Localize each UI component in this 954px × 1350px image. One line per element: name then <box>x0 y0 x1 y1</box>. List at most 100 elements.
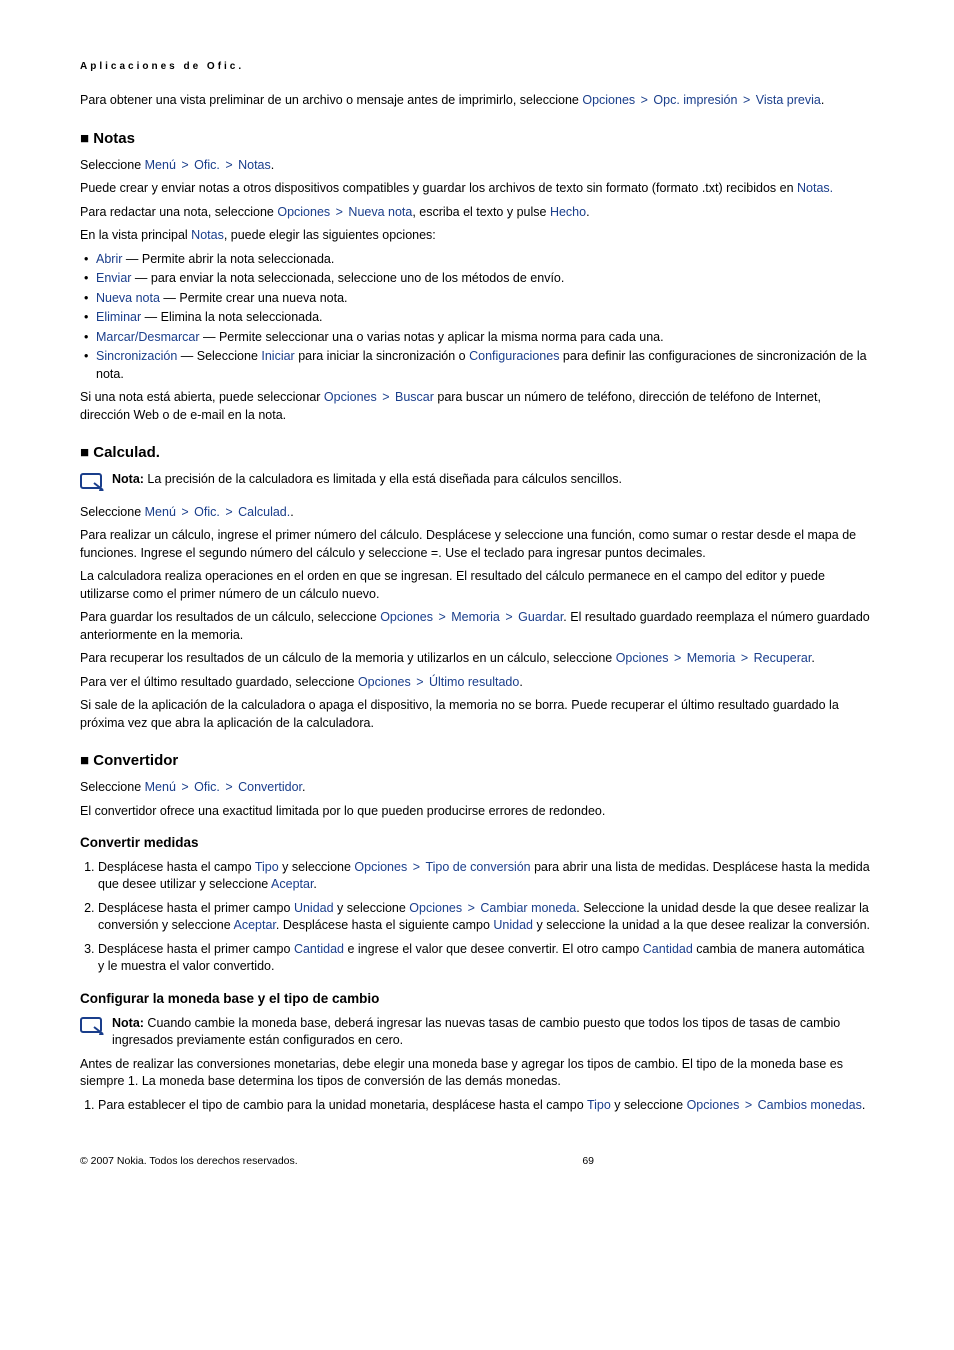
list-item: Sincronización — Seleccione Iniciar para… <box>84 348 874 383</box>
link-tipo[interactable]: Tipo <box>255 860 279 874</box>
option-key[interactable]: Enviar <box>96 271 131 285</box>
link-iniciar[interactable]: Iniciar <box>261 349 294 363</box>
link-ofic[interactable]: Ofic. <box>194 505 220 519</box>
text: . <box>862 1098 865 1112</box>
text: . <box>586 205 589 219</box>
link-opciones[interactable]: Opciones <box>582 93 635 107</box>
text: Seleccione <box>80 780 145 794</box>
link-cantidad[interactable]: Cantidad <box>643 942 693 956</box>
link-opciones[interactable]: Opciones <box>354 860 407 874</box>
link-opciones[interactable]: Opciones <box>358 675 411 689</box>
notas-options-list: Abrir — Permite abrir la nota selecciona… <box>80 251 874 384</box>
text: y seleccione <box>611 1098 687 1112</box>
link-calculad[interactable]: Calculad. <box>238 505 290 519</box>
heading-convertir-medidas: Convertir medidas <box>80 834 874 853</box>
note-icon <box>80 472 106 498</box>
link-notas-inline[interactable]: Notas. <box>797 181 833 195</box>
conv-p2: Antes de realizar las conversiones monet… <box>80 1056 874 1091</box>
link-unidad[interactable]: Unidad <box>493 918 533 932</box>
option-key[interactable]: Abrir <box>96 252 122 266</box>
conv-select-path: Seleccione Menú > Ofic. > Convertidor. <box>80 779 874 797</box>
list-item: Abrir — Permite abrir la nota selecciona… <box>84 251 874 269</box>
text: Para establecer el tipo de cambio para l… <box>98 1098 587 1112</box>
text: — Seleccione <box>177 349 261 363</box>
step-item: Desplácese hasta el primer campo Unidad … <box>98 900 874 935</box>
option-key[interactable]: Eliminar <box>96 310 141 324</box>
text: . <box>811 651 814 665</box>
text: , escriba el texto y pulse <box>412 205 550 219</box>
link-tipo[interactable]: Tipo <box>587 1098 611 1112</box>
link-aceptar[interactable]: Aceptar <box>271 877 313 891</box>
option-key[interactable]: Nueva nota <box>96 291 160 305</box>
link-opciones[interactable]: Opciones <box>409 901 462 915</box>
link-opc-impresion[interactable]: Opc. impresión <box>653 93 737 107</box>
chevron-right-icon: > <box>222 505 236 519</box>
text: Para ver el último resultado guardado, s… <box>80 675 358 689</box>
link-opciones[interactable]: Opciones <box>324 390 377 404</box>
notas-p3: Para redactar una nota, seleccione Opcio… <box>80 204 874 222</box>
link-configuraciones[interactable]: Configuraciones <box>469 349 559 363</box>
chevron-right-icon: > <box>178 158 192 172</box>
copyright: © 2007 Nokia. Todos los derechos reserva… <box>80 1154 298 1169</box>
link-opciones[interactable]: Opciones <box>616 651 669 665</box>
link-notas-inline[interactable]: Notas <box>191 228 224 242</box>
text: Para redactar una nota, seleccione <box>80 205 277 219</box>
heading-config-moneda: Configurar la moneda base y el tipo de c… <box>80 990 874 1009</box>
link-ultimo-resultado[interactable]: Último resultado <box>429 675 519 689</box>
notas-p5: Si una nota está abierta, puede seleccio… <box>80 389 874 424</box>
link-vista-previa[interactable]: Vista previa <box>756 93 821 107</box>
step-item: Desplácese hasta el primer campo Cantida… <box>98 941 874 976</box>
notas-select-path: Seleccione Menú > Ofic. > Notas. <box>80 157 874 175</box>
config-moneda-steps: Para establecer el tipo de cambio para l… <box>80 1097 874 1115</box>
link-memoria[interactable]: Memoria <box>451 610 500 624</box>
link-cambiar-moneda[interactable]: Cambiar moneda <box>480 901 576 915</box>
link-memoria[interactable]: Memoria <box>687 651 736 665</box>
list-item: Enviar — para enviar la nota seleccionad… <box>84 270 874 288</box>
list-item: Nueva nota — Permite crear una nueva not… <box>84 290 874 308</box>
link-menu[interactable]: Menú <box>145 505 176 519</box>
link-nueva-nota[interactable]: Nueva nota <box>348 205 412 219</box>
list-item: Marcar/Desmarcar — Permite seleccionar u… <box>84 329 874 347</box>
link-menu[interactable]: Menú <box>145 780 176 794</box>
link-unidad[interactable]: Unidad <box>294 901 334 915</box>
link-opciones[interactable]: Opciones <box>687 1098 740 1112</box>
link-menu[interactable]: Menú <box>145 158 176 172</box>
link-buscar[interactable]: Buscar <box>395 390 434 404</box>
link-opciones[interactable]: Opciones <box>380 610 433 624</box>
text: . <box>313 877 316 891</box>
note-block: Nota: La precisión de la calculadora es … <box>80 471 874 498</box>
option-key[interactable]: Sincronización <box>96 349 177 363</box>
link-aceptar[interactable]: Aceptar <box>234 918 276 932</box>
link-recuperar[interactable]: Recuperar <box>754 651 812 665</box>
note-body: Nota: Cuando cambie la moneda base, debe… <box>112 1015 874 1050</box>
note-label: Nota: <box>112 472 144 486</box>
note-body: Nota: La precisión de la calculadora es … <box>112 471 874 489</box>
option-text: — Permite seleccionar una o varias notas… <box>200 330 664 344</box>
text: Desplácese hasta el primer campo <box>98 942 294 956</box>
chevron-right-icon: > <box>464 901 478 915</box>
option-key[interactable]: Marcar/Desmarcar <box>96 330 200 344</box>
chevron-right-icon: > <box>409 860 423 874</box>
heading-notas: Notas <box>80 128 874 149</box>
link-guardar[interactable]: Guardar <box>518 610 563 624</box>
link-ofic[interactable]: Ofic. <box>194 158 220 172</box>
link-ofic[interactable]: Ofic. <box>194 780 220 794</box>
option-text: — Permite abrir la nota seleccionada. <box>122 252 334 266</box>
text: En la vista principal <box>80 228 191 242</box>
notas-p2: Puede crear y enviar notas a otros dispo… <box>80 180 874 198</box>
link-notas[interactable]: Notas <box>238 158 271 172</box>
chevron-right-icon: > <box>435 610 449 624</box>
link-hecho[interactable]: Hecho <box>550 205 586 219</box>
link-tipo-conversion[interactable]: Tipo de conversión <box>425 860 530 874</box>
text: e ingrese el valor que desee convertir. … <box>344 942 643 956</box>
link-convertidor[interactable]: Convertidor <box>238 780 302 794</box>
text: Desplácese hasta el campo <box>98 860 255 874</box>
text: y seleccione <box>279 860 355 874</box>
chevron-right-icon: > <box>737 651 751 665</box>
option-text: — para enviar la nota seleccionada, sele… <box>131 271 564 285</box>
text: . <box>821 93 824 107</box>
link-opciones[interactable]: Opciones <box>277 205 330 219</box>
link-cantidad[interactable]: Cantidad <box>294 942 344 956</box>
footer: © 2007 Nokia. Todos los derechos reserva… <box>80 1154 874 1169</box>
link-cambios-monedas[interactable]: Cambios monedas <box>758 1098 862 1112</box>
